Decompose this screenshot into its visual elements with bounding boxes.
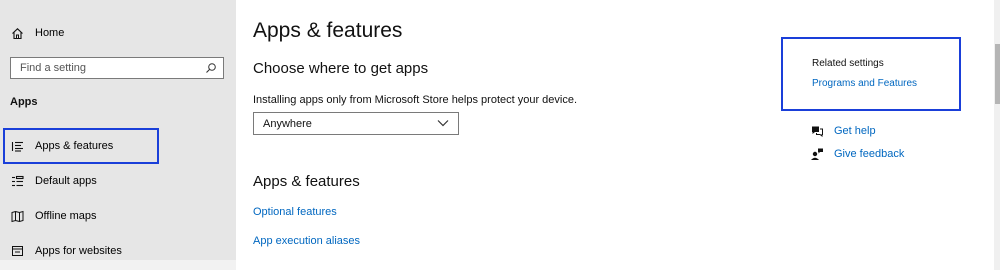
give-feedback-link[interactable]: Give feedback <box>810 147 904 161</box>
selection-highlight <box>3 128 159 164</box>
get-help-label: Get help <box>834 125 876 137</box>
sidebar-item-label: Home <box>35 27 65 39</box>
dropdown-value: Anywhere <box>263 117 312 130</box>
choose-description: Installing apps only from Microsoft Stor… <box>253 94 578 106</box>
chevron-down-icon <box>437 118 449 130</box>
sidebar-item-label: Apps for websites <box>35 245 122 257</box>
apps-for-websites-icon <box>10 244 24 258</box>
default-apps-icon <box>10 174 24 188</box>
app-source-dropdown[interactable]: Anywhere <box>253 112 459 135</box>
feedback-icon <box>810 147 824 161</box>
sidebar-item-home[interactable]: Home <box>10 21 64 45</box>
get-help-link[interactable]: Get help <box>810 124 876 138</box>
section-heading: Apps & features <box>253 173 360 190</box>
home-icon <box>10 26 24 40</box>
sidebar-section-label: Apps <box>10 96 38 108</box>
sidebar-item-default-apps[interactable]: Default apps <box>10 169 97 193</box>
sidebar-item-label: Offline maps <box>35 210 97 222</box>
map-icon <box>10 209 24 223</box>
search-input[interactable]: Find a setting <box>10 57 224 79</box>
give-feedback-label: Give feedback <box>834 148 905 160</box>
choose-heading: Choose where to get apps <box>253 60 429 77</box>
optional-features-link[interactable]: Optional features <box>253 206 337 218</box>
sidebar-item-label: Default apps <box>35 175 97 187</box>
app-execution-aliases-link[interactable]: App execution aliases <box>253 235 360 247</box>
related-settings-panel: Related settings Programs and Features <box>781 37 961 111</box>
main-content: Apps & features Choose where to get apps… <box>236 0 1000 270</box>
programs-and-features-link[interactable]: Programs and Features <box>812 78 917 89</box>
search-icon <box>205 62 217 74</box>
help-chat-icon <box>810 124 824 138</box>
scrollbar-track[interactable] <box>994 0 1000 270</box>
related-settings-title: Related settings <box>812 58 884 69</box>
page-title: Apps & features <box>253 19 403 42</box>
sidebar-item-offline-maps[interactable]: Offline maps <box>10 204 97 228</box>
search-placeholder: Find a setting <box>20 62 87 74</box>
scrollbar-thumb[interactable] <box>995 44 1000 104</box>
